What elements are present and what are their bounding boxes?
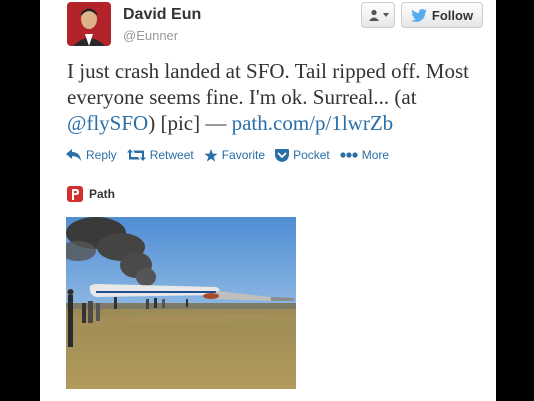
favorite-button[interactable]: Favorite bbox=[204, 148, 265, 162]
tweet-text-part2: ) [pic] — bbox=[148, 111, 232, 135]
twitter-bird-icon bbox=[410, 8, 427, 22]
star-icon bbox=[204, 148, 218, 161]
path-link[interactable]: path.com/p/1lwrZb bbox=[232, 111, 394, 135]
pocket-button[interactable]: Pocket bbox=[275, 148, 330, 162]
reply-button[interactable]: Reply bbox=[66, 148, 117, 162]
tweet-actions: Reply Retweet Favorite Pocket More bbox=[66, 148, 399, 162]
tweet-card: David Eun @Eunner Follow I just crash la… bbox=[40, 0, 496, 401]
path-attribution[interactable]: Path bbox=[67, 186, 115, 202]
mention-link[interactable]: @flySFO bbox=[67, 111, 148, 135]
user-icon bbox=[368, 9, 379, 21]
pocket-label: Pocket bbox=[293, 148, 330, 162]
reply-icon bbox=[66, 149, 81, 161]
retweet-label: Retweet bbox=[149, 148, 194, 162]
user-handle[interactable]: @Eunner bbox=[123, 28, 178, 43]
tweet-photo[interactable] bbox=[66, 217, 296, 389]
avatar[interactable] bbox=[67, 2, 111, 46]
more-button[interactable]: More bbox=[340, 148, 389, 162]
retweet-button[interactable]: Retweet bbox=[126, 148, 194, 162]
tweet-text-part1: I just crash landed at SFO. Tail ripped … bbox=[67, 59, 469, 109]
path-logo-icon bbox=[67, 186, 83, 202]
tweet-text: I just crash landed at SFO. Tail ripped … bbox=[67, 58, 492, 136]
reply-label: Reply bbox=[86, 148, 117, 162]
more-label: More bbox=[361, 148, 390, 162]
user-actions-button[interactable] bbox=[361, 2, 395, 28]
pocket-icon bbox=[275, 148, 290, 162]
follow-label: Follow bbox=[431, 7, 474, 23]
chevron-down-icon bbox=[382, 13, 389, 17]
user-name[interactable]: David Eun bbox=[123, 6, 201, 24]
path-label: Path bbox=[89, 187, 116, 201]
retweet-icon bbox=[126, 149, 146, 161]
favorite-label: Favorite bbox=[221, 148, 266, 162]
follow-button[interactable]: Follow bbox=[401, 2, 483, 28]
more-dots-icon bbox=[340, 152, 358, 158]
